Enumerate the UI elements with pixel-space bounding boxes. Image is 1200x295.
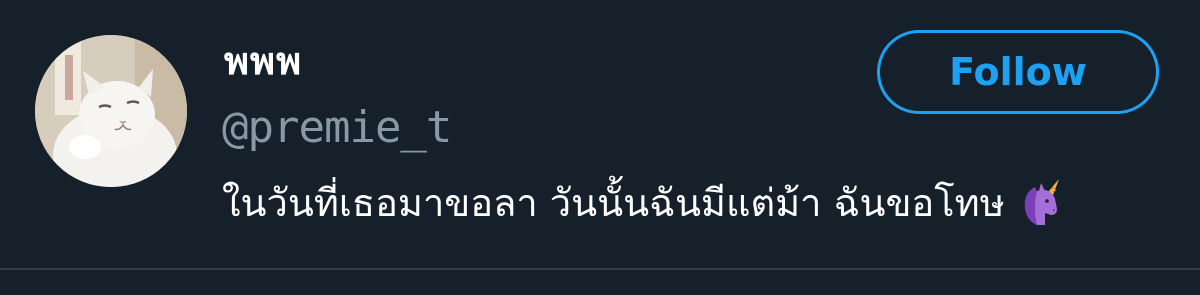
tweet-text: ในวันที่เธอมาขอลา วันนั้นฉันมีแต่ม้า ฉัน… [222,181,1005,225]
display-name[interactable]: พพพ [224,42,302,80]
user-card: พพพ @premie_t Follow ในวันที่เธอมาขอลา ว… [0,0,1200,295]
cat-avatar-icon [35,35,187,187]
tweet-body: ในวันที่เธอมาขอลา วันนั้นฉันมีแต่ม้า ฉัน… [222,168,1063,238]
divider [0,268,1200,270]
avatar[interactable] [35,35,187,187]
user-handle[interactable]: @premie_t [222,106,452,150]
follow-button[interactable]: Follow [877,30,1159,114]
unicorn-icon [1015,179,1063,227]
